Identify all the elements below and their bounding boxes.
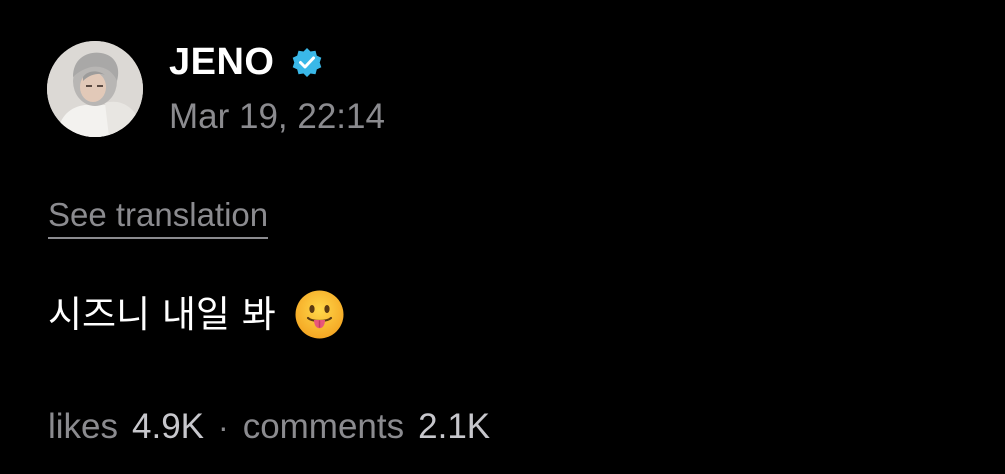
stats-separator: · — [218, 409, 229, 445]
avatar-image — [47, 41, 143, 137]
likes-label[interactable]: likes — [48, 405, 118, 449]
post-stats: likes 4.9K · comments 2.1K — [48, 405, 490, 449]
comments-count[interactable]: 2.1K — [418, 405, 490, 449]
see-translation-link[interactable]: See translation — [48, 195, 269, 239]
verified-badge-icon — [292, 48, 322, 77]
tongue-out-face-icon — [295, 290, 344, 339]
author-name[interactable]: JENO — [169, 39, 274, 85]
post-date: Mar 19, 22:14 — [169, 97, 385, 136]
avatar[interactable] — [47, 41, 143, 137]
comments-label[interactable]: comments — [243, 405, 404, 449]
likes-count[interactable]: 4.9K — [132, 405, 204, 449]
post-body: 시즈니 내일 봐 — [48, 289, 345, 340]
post-text: 시즈니 내일 봐 — [48, 292, 276, 336]
